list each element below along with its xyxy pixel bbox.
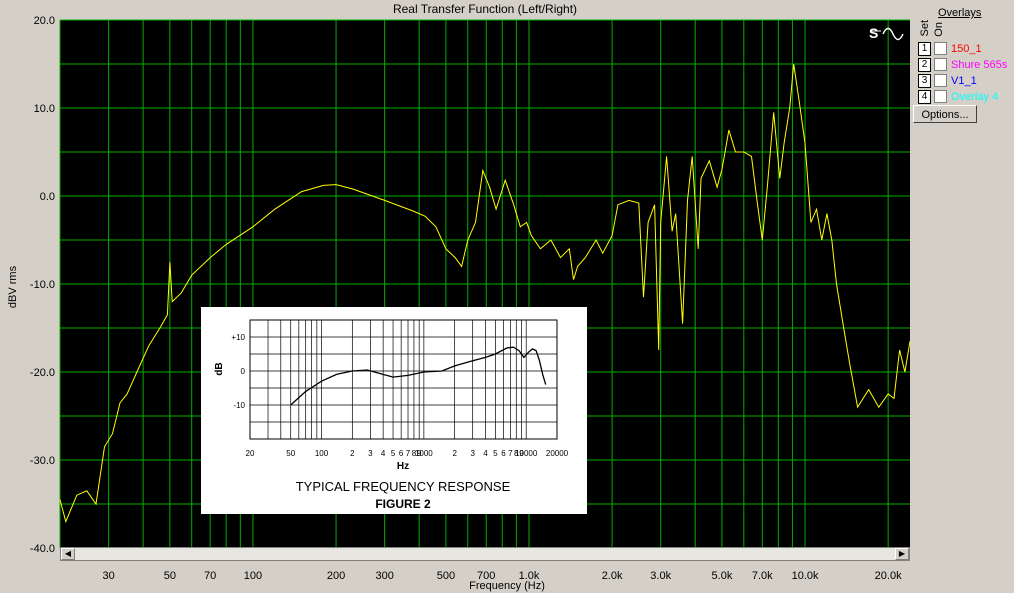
inset-x-tick-label: 10000 [515,449,538,458]
overlay-set-button[interactable]: 3 [918,73,931,88]
on-column-label: On [933,22,945,37]
x-tick-label: 30 [102,570,114,582]
y-tick-label: 10.0 [34,103,55,115]
inset-x-tick-label: 20 [246,449,255,458]
inset-x-tick-label: 4 [483,449,488,458]
inset-x-tick-label: 3 [368,449,373,458]
overlay-set-button[interactable]: 2 [918,57,931,72]
overlay-name: Shure 565s [951,58,1008,71]
x-tick-label: 50 [164,570,176,582]
overlay-name: 150_1 [951,42,982,55]
inset-x-tick-label: 50 [286,449,295,458]
inset-y-tick-label: +10 [231,333,245,342]
inset-y-tick-label: 0 [241,367,246,376]
y-axis-label: dBV rms [7,265,19,308]
overlay-row-3: 3 V1_1 [918,73,977,88]
overlay-on-checkbox[interactable] [934,58,947,71]
overlay-on-checkbox[interactable] [934,74,947,87]
inset-response-curve [290,346,547,406]
y-axis-ticks: 20.0 10.0 0.0 -10.0 -20.0 -30.0 -40.0 [30,15,55,555]
x-tick-label: 70 [204,570,216,582]
inset-y-tick-label: -10 [233,401,245,410]
inset-x-tick-label: 20000 [546,449,569,458]
inset-x-tick-label: 3 [470,449,475,458]
x-tick-label: 20.0k [875,570,902,582]
y-tick-label: -30.0 [30,455,55,467]
overlay-name: V1_1 [951,74,977,87]
inset-grid [249,319,558,440]
inset-x-tick-label: 2 [452,449,457,458]
inset-x-tick-label: 6 [501,449,506,458]
horizontal-scrollbar[interactable]: ◀ ▶ [60,547,910,561]
overlay-set-button[interactable]: 1 [918,41,931,56]
inset-x-tick-label: 2 [350,449,355,458]
scroll-right-button[interactable]: ▶ [895,548,909,560]
overlay-set-button[interactable]: 4 [918,89,931,104]
inset-frequency-response-chart: +100-1020 50 100 2 3 4 5 6 7 8 91000 2 3 4 5 6 7 8 910000 2… [214,319,569,511]
scroll-left-button[interactable]: ◀ [61,548,75,560]
overlay-row-2: 2 Shure 565s [918,57,1007,72]
inset-x-axis-label: Hz [397,461,409,472]
inset-x-tick-label: 1000 [415,449,433,458]
y-tick-label: -10.0 [30,279,55,291]
overlay-name: Overlay 4 [951,90,999,103]
inset-x-tick-label: 5 [391,449,396,458]
x-tick-label: 7.0k [752,570,773,582]
x-tick-label: 2.0k [602,570,623,582]
x-tick-label: 200 [327,570,345,582]
inset-caption: TYPICAL FREQUENCY RESPONSE [296,479,511,494]
sine-wave-icon: S [869,25,904,41]
inset-figure: +10 0 -10 20 50 100 2 3 4 5 6 7 8 9 1000 2 3 4 5 6 7 8 9 10000 2… [201,307,587,514]
x-axis-label: Frequency (Hz) [469,580,545,592]
inset-y-axis-label: dB [214,362,225,375]
x-tick-label: 500 [437,570,455,582]
overlays-title: Overlays [938,7,982,19]
y-tick-label: 20.0 [34,15,55,27]
x-tick-label: 10.0k [792,570,819,582]
overlay-row-1: 1 150_1 [918,41,982,56]
set-column-label: Set [919,20,931,37]
y-tick-label: -20.0 [30,367,55,379]
x-tick-label: 100 [244,570,262,582]
inset-x-tick-label: 6 [399,449,404,458]
x-tick-label: 3.0k [650,570,671,582]
svg-text:S: S [869,25,878,41]
overlay-on-checkbox[interactable] [934,90,947,103]
inset-x-tick-label: 7 [406,449,411,458]
y-tick-label: -40.0 [30,543,55,555]
inset-x-tick-label: 5 [493,449,498,458]
y-tick-label: 0.0 [40,191,55,203]
inset-figure-label: FIGURE 2 [375,497,431,511]
inset-x-tick-label: 4 [381,449,386,458]
x-tick-label: 300 [375,570,393,582]
overlay-row-4: 4 Overlay 4 [918,89,998,104]
options-button[interactable]: Options... [913,105,977,123]
overlay-on-checkbox[interactable] [934,42,947,55]
x-tick-label: 5.0k [712,570,733,582]
inset-x-tick-label: 7 [508,449,513,458]
inset-x-tick-label: 100 [315,449,329,458]
